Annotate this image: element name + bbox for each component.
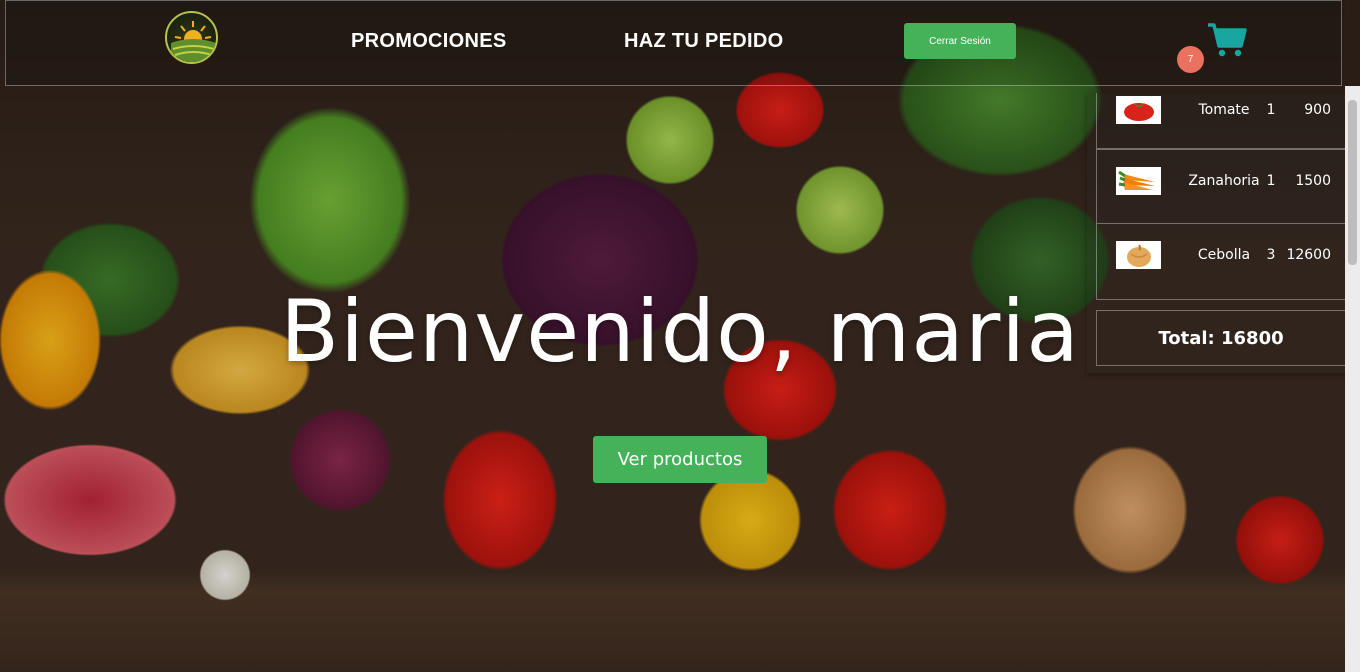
cart-item-price: 1500 (1295, 173, 1331, 189)
cart-item-name: Cebolla (1197, 247, 1251, 263)
logout-button[interactable]: Cerrar Sesión (904, 23, 1016, 59)
carrot-icon (1116, 167, 1161, 195)
nav-link-promociones[interactable]: PROMOCIONES (351, 30, 507, 53)
onion-icon (1116, 241, 1161, 269)
farm-sun-logo[interactable] (165, 11, 218, 64)
welcome-title: Bienvenido, maria (280, 282, 1080, 382)
cart-item-qty: 1 (1266, 102, 1276, 118)
shopping-cart-icon[interactable] (1207, 22, 1247, 58)
nav-link-haz-tu-pedido[interactable]: HAZ TU PEDIDO (624, 30, 783, 53)
scrollbar-thumb[interactable] (1348, 100, 1357, 265)
cart-item-name: Tomate (1198, 102, 1250, 118)
cart-item: Tomate 1 900 (1096, 93, 1346, 149)
cart-count-badge: 7 (1177, 46, 1204, 73)
cart-item-price: 900 (1304, 102, 1331, 118)
cart-item-qty: 3 (1266, 247, 1276, 263)
cart-item-name: Zanahoria (1188, 173, 1260, 189)
ver-productos-button[interactable]: Ver productos (593, 436, 767, 483)
cart-item-price: 12600 (1286, 247, 1331, 263)
cart-item-qty: 1 (1266, 173, 1276, 189)
cart-item: Zanahoria 1 1500 (1096, 149, 1346, 224)
tomato-icon (1116, 96, 1161, 124)
